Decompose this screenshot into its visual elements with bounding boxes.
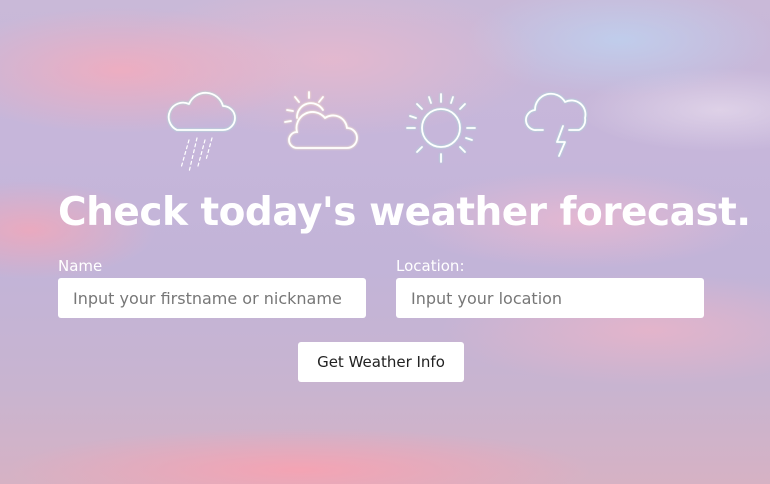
sun-icon bbox=[401, 88, 481, 178]
name-input[interactable] bbox=[58, 278, 366, 318]
weather-icons-row bbox=[165, 88, 605, 178]
location-input[interactable] bbox=[396, 278, 704, 318]
rain-cloud-icon bbox=[165, 88, 245, 178]
thunderstorm-icon bbox=[519, 88, 599, 178]
location-label: Location: bbox=[396, 257, 465, 275]
partly-cloudy-icon bbox=[283, 88, 363, 178]
get-weather-button[interactable]: Get Weather Info bbox=[298, 342, 464, 382]
page-title: Check today's weather forecast. bbox=[58, 190, 751, 235]
name-label: Name bbox=[58, 257, 103, 275]
